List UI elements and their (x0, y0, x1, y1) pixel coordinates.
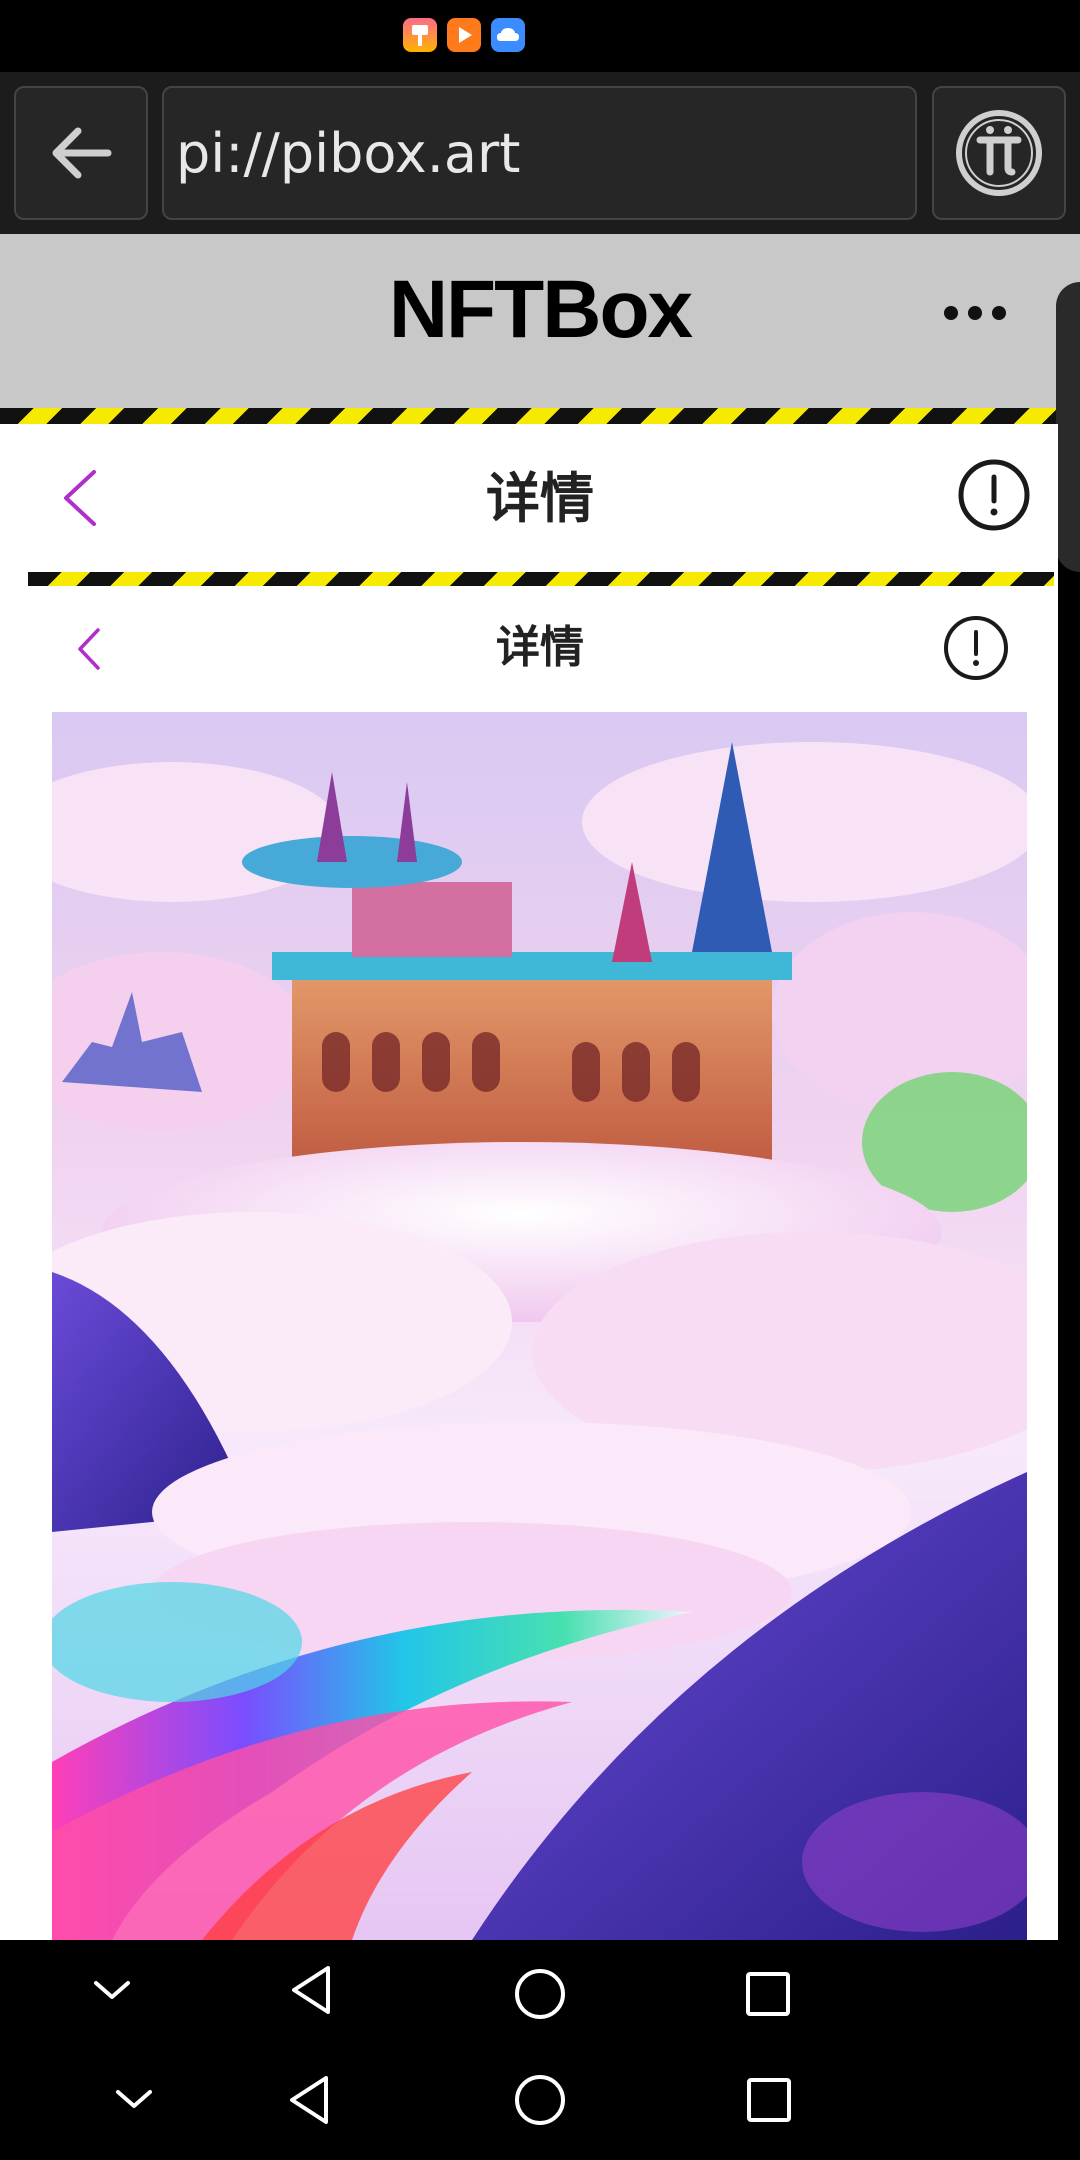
hazard-stripe-divider (28, 572, 1054, 586)
app-title: NFTBox (388, 264, 693, 355)
status-bar (0, 0, 1080, 72)
chevron-down-icon[interactable] (92, 1975, 132, 2009)
recent-square-icon[interactable] (745, 2076, 793, 2128)
info-button[interactable] (956, 457, 1032, 533)
exclamation-circle-icon (944, 616, 1008, 680)
info-button[interactable] (942, 614, 1010, 682)
recent-square-icon[interactable] (744, 1970, 792, 2022)
browser-back-button[interactable] (14, 86, 148, 220)
pi-logo-icon (956, 110, 1042, 196)
hazard-stripe-divider (0, 408, 1058, 424)
back-triangle-icon[interactable] (288, 1964, 334, 2020)
cloud-app-icon (491, 18, 525, 52)
chevron-down-icon[interactable] (114, 2084, 154, 2118)
nft-artwork-image[interactable] (52, 712, 1027, 1940)
home-circle-icon[interactable] (512, 2072, 568, 2132)
url-text[interactable]: pi://pibox.art (176, 124, 520, 184)
more-dots-icon[interactable] (940, 300, 1010, 326)
detail-title: 详情 (496, 622, 584, 673)
home-circle-icon[interactable] (512, 1966, 568, 2026)
back-triangle-icon[interactable] (286, 2074, 332, 2130)
detail-title: 详情 (486, 467, 594, 530)
arrow-left-icon (52, 127, 112, 179)
play-app-icon (447, 18, 481, 52)
castle-in-clouds-image (52, 712, 1027, 1940)
exclamation-circle-icon (958, 459, 1030, 531)
pi-browser-button[interactable] (932, 86, 1066, 220)
paint-app-icon (403, 18, 437, 52)
